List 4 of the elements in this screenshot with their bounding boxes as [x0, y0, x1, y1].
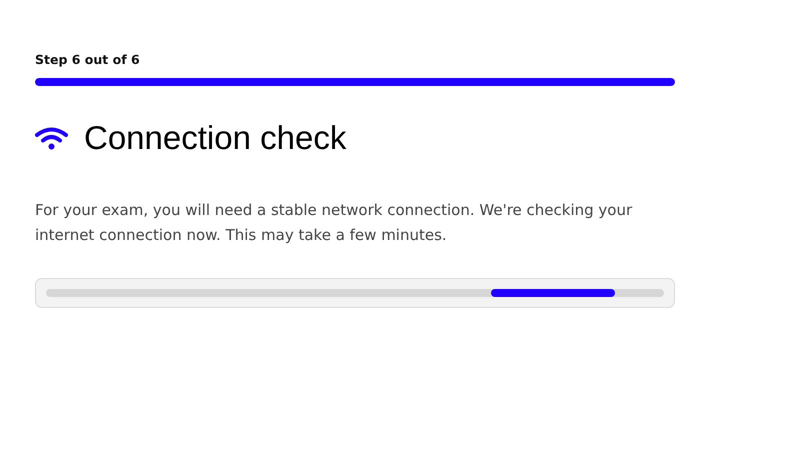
page-title: Connection check	[84, 118, 346, 158]
step-label: Step 6 out of 6	[35, 52, 141, 68]
description: For your exam, you will need a stable network connection. We're checking your internet connection now. This may take a few minutes.	[35, 200, 634, 246]
wifi-icon	[35, 126, 68, 150]
